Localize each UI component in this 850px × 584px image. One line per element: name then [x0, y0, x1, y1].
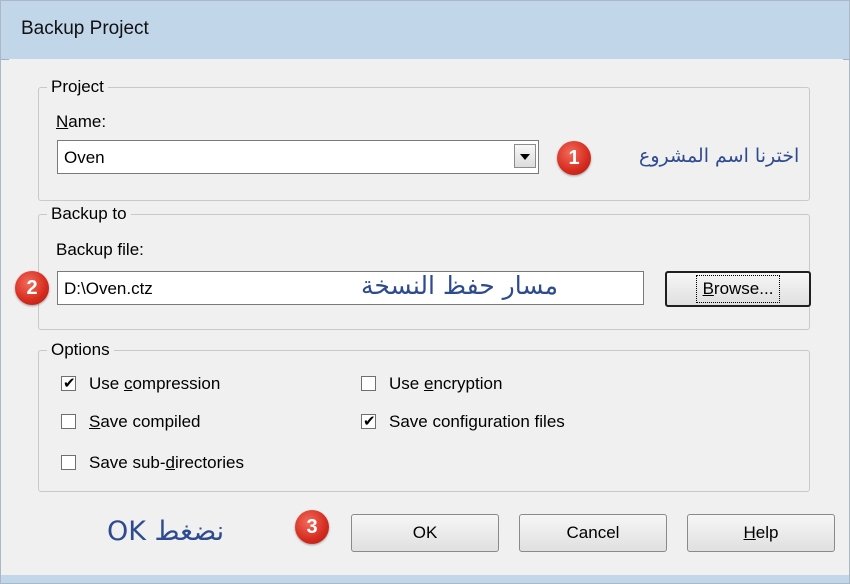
use-encryption-label: Use encryption: [389, 374, 503, 393]
chevron-down-icon: [520, 154, 530, 160]
options-legend: Options: [47, 340, 114, 360]
ok-button-label: OK: [412, 523, 438, 542]
project-name-label: Name:: [56, 112, 107, 131]
help-button-label: Help: [743, 523, 779, 542]
use-compression-label: Use compression: [89, 374, 221, 393]
project-name-value: Oven: [64, 148, 105, 167]
window-bottom-border: [1, 575, 849, 583]
browse-button[interactable]: Browse...: [665, 271, 811, 307]
save-compiled-checkbox[interactable]: [61, 414, 76, 429]
cancel-button-label: Cancel: [566, 523, 620, 542]
browse-button-label: Browse...: [695, 275, 781, 303]
save-configuration-files-checkbox[interactable]: ✔: [361, 412, 376, 430]
checkmark-icon: ✔: [363, 412, 376, 430]
project-name-combo[interactable]: Oven: [57, 140, 539, 174]
backup-to-legend: Backup to: [47, 204, 131, 224]
backup-file-path-value: D:\Oven.ctz: [64, 279, 153, 298]
backup-file-label: Backup file:: [56, 240, 144, 259]
checkmark-icon: ✔: [63, 374, 76, 392]
annotation-badge-2: 2: [15, 271, 49, 305]
dialog-title: Backup Project: [21, 18, 149, 39]
save-configuration-files-label: Save configuration files: [389, 412, 565, 431]
use-compression-checkbox[interactable]: ✔: [61, 374, 76, 392]
annotation-text-2: مسار حفظ النسخة: [361, 271, 559, 300]
annotation-badge-1: 1: [557, 141, 591, 175]
backup-project-dialog: Backup Project Project Name: Oven 1 اختر…: [0, 0, 850, 584]
use-encryption-checkbox[interactable]: [361, 376, 376, 391]
annotation-text-3: نضغط OK: [107, 516, 225, 547]
save-sub-directories-checkbox[interactable]: [61, 455, 76, 470]
ok-button[interactable]: OK: [351, 514, 499, 552]
annotation-badge-3: 3: [295, 510, 329, 544]
project-group-legend: Project: [47, 77, 108, 97]
combo-dropdown-button[interactable]: [514, 144, 536, 168]
help-button[interactable]: Help: [687, 514, 835, 552]
cancel-button[interactable]: Cancel: [519, 514, 667, 552]
save-sub-directories-label: Save sub-directories: [89, 453, 244, 472]
save-compiled-label: Save compiled: [89, 412, 201, 431]
annotation-text-1: اخترنا اسم المشروع: [639, 145, 800, 167]
dialog-client-area: Project Name: Oven 1 اخترنا اسم المشروع …: [9, 59, 843, 575]
title-bar[interactable]: Backup Project: [1, 1, 849, 60]
